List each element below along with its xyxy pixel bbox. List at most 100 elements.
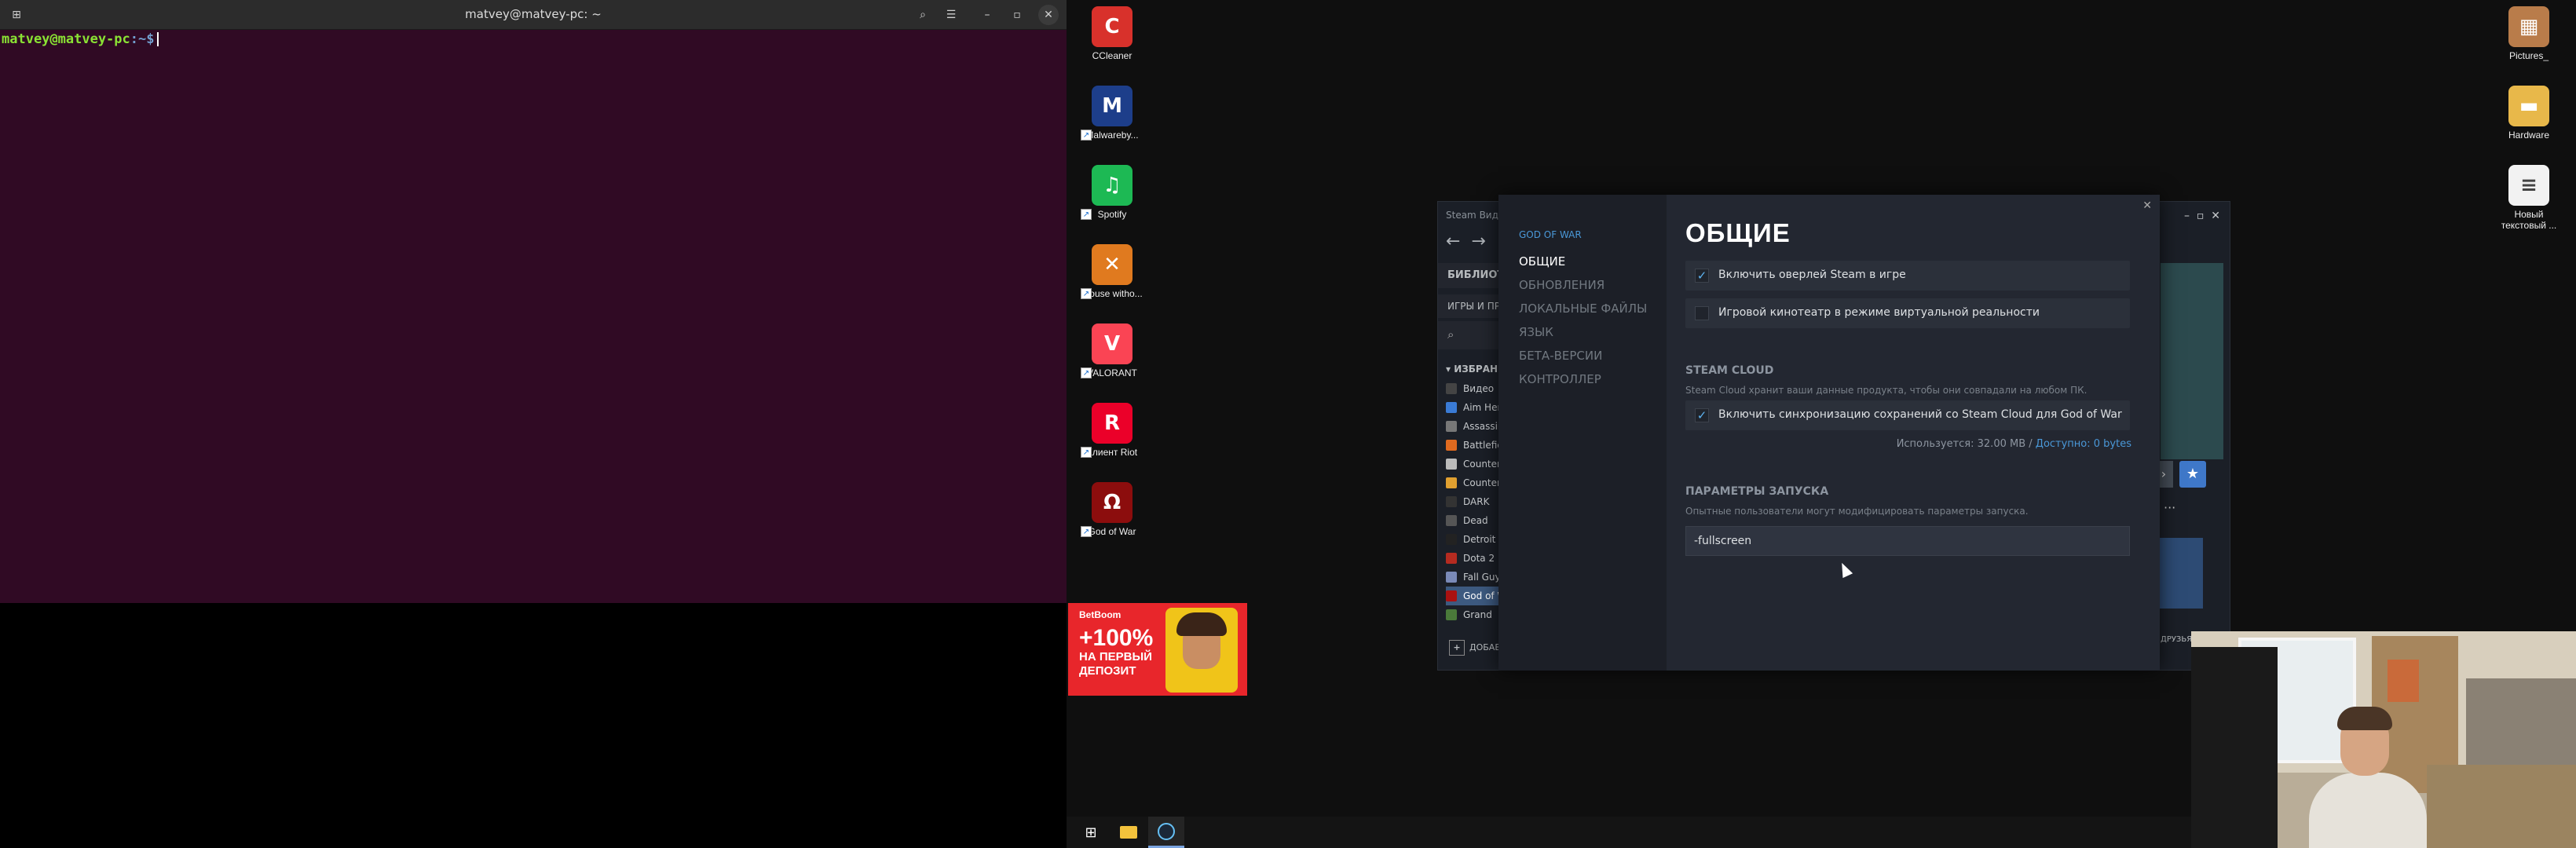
overlay-option[interactable]: ✓ Включить оверлей Steam в игре xyxy=(1685,261,2130,291)
close-button[interactable]: ✕ xyxy=(1038,5,1059,25)
game-list-item[interactable]: Dead xyxy=(1446,511,1501,530)
app-icon: M xyxy=(1092,86,1132,126)
shortcut-arrow-icon: ↗ xyxy=(1081,209,1092,220)
ad-banner[interactable]: BetBoom +100% НА ПЕРВЫЙ ДЕПОЗИТ xyxy=(1068,603,1247,696)
game-list-item[interactable]: Grand xyxy=(1446,605,1501,624)
nav-language[interactable]: ЯЗЫК xyxy=(1519,325,1553,339)
launch-options-input[interactable] xyxy=(1685,526,2130,556)
game-list-item[interactable]: Assassin's xyxy=(1446,417,1501,436)
cloud-available-link[interactable]: Доступно: 0 bytes xyxy=(2036,438,2131,450)
game-list-item[interactable]: Detroit xyxy=(1446,530,1501,549)
cloud-used: Используется: 32.00 MB xyxy=(1896,438,2026,450)
game-icon xyxy=(1446,440,1457,451)
search-icon: ⌕ xyxy=(1447,327,1454,342)
app-icon: ✕ xyxy=(1092,244,1132,285)
game-name: Battlefield xyxy=(1463,440,1501,451)
terminal-window[interactable]: ⊞ matvey@matvey-pc: ~ ⌕ ☰ – ▫ ✕ matvey@m… xyxy=(0,0,1067,603)
desktop-icon-left-2[interactable]: ♫ ↗ Spotify xyxy=(1081,165,1143,220)
nav-betas[interactable]: БЕТА-ВЕРСИИ xyxy=(1519,349,1602,363)
overlay-checkbox[interactable]: ✓ xyxy=(1695,269,1709,283)
start-button[interactable]: ⊞ xyxy=(1073,817,1109,848)
desktop-icon-left-6[interactable]: Ω ↗ God of War xyxy=(1081,482,1143,537)
ad-line1: НА ПЕРВЫЙ xyxy=(1079,650,1152,663)
terminal-prompt-line[interactable]: matvey@matvey-pc:~$ xyxy=(0,31,159,47)
launch-description: Опытные пользователи могут модифицироват… xyxy=(1685,506,2029,517)
properties-game-title: GOD OF WAR xyxy=(1519,229,1582,240)
game-name: Dead xyxy=(1463,515,1488,526)
app-icon: V xyxy=(1092,323,1132,364)
terminal-titlebar[interactable]: ⊞ matvey@matvey-pc: ~ ⌕ ☰ – ▫ ✕ xyxy=(0,0,1067,30)
nav-updates[interactable]: ОБНОВЛЕНИЯ xyxy=(1519,278,1605,292)
app-icon: ▦ xyxy=(2508,6,2549,47)
desktop-icon-right-0[interactable]: ▦ Pictures_ xyxy=(2497,6,2560,61)
app-icon: C xyxy=(1092,6,1132,47)
game-properties-dialog[interactable]: GOD OF WAR ОБЩИЕ ОБНОВЛЕНИЯ ЛОКАЛЬНЫЕ ФА… xyxy=(1498,195,2160,671)
game-list-item[interactable]: DARK xyxy=(1446,492,1501,511)
game-list-item[interactable]: Battlefield xyxy=(1446,436,1501,455)
game-icon xyxy=(1446,383,1457,394)
webcam-sofa xyxy=(2427,765,2576,848)
game-list-item[interactable]: Counter xyxy=(1446,473,1501,492)
nav-controller[interactable]: КОНТРОЛЛЕР xyxy=(1519,372,1601,386)
game-list-item[interactable]: God of War xyxy=(1446,587,1501,605)
back-forward-icons[interactable]: ← → xyxy=(1446,232,1486,251)
game-icon xyxy=(1446,590,1457,601)
file-explorer-icon[interactable] xyxy=(1111,817,1147,848)
game-list-item[interactable]: Aim Hero xyxy=(1446,398,1501,417)
game-list-item[interactable]: Counter xyxy=(1446,455,1501,473)
add-game-button[interactable]: +ДОБАВИТЬ ИГРУ xyxy=(1449,640,1504,656)
more-options-icon[interactable]: ··· xyxy=(2164,500,2175,515)
desktop-icon-right-1[interactable]: ▬ Hardware xyxy=(2497,86,2560,141)
steam-menubar[interactable]: Steam Вид xyxy=(1446,210,1498,221)
app-icon: R xyxy=(1092,403,1132,444)
close-icon[interactable]: ✕ xyxy=(2142,199,2152,212)
game-list-item[interactable]: Dota 2 xyxy=(1446,549,1501,568)
cloud-option[interactable]: ✓ Включить синхронизацию сохранений со S… xyxy=(1685,400,2130,430)
desktop-icon-left-0[interactable]: C CCleaner xyxy=(1081,6,1143,61)
ad-mascot-hair xyxy=(1176,612,1227,636)
library-search[interactable]: ⌕ xyxy=(1438,321,1501,349)
game-list-item[interactable]: Видео xyxy=(1446,379,1501,398)
overlay-label: Включить оверлей Steam в игре xyxy=(1718,269,1906,281)
vr-option[interactable]: Игровой кинотеатр в режиме виртуальной р… xyxy=(1685,298,2130,328)
launch-section-title: ПАРАМЕТРЫ ЗАПУСКА xyxy=(1685,485,1829,498)
cloud-checkbox[interactable]: ✓ xyxy=(1695,408,1709,422)
game-name: Assassin's xyxy=(1463,421,1501,432)
webcam-overlay xyxy=(2191,631,2576,848)
desktop-icon-right-2[interactable]: ≡ Новый текстовый ... xyxy=(2497,165,2560,231)
game-list-item[interactable]: Fall Guys xyxy=(1446,568,1501,587)
search-icon[interactable]: ⌕ xyxy=(913,5,933,25)
favorites-header[interactable]: ▾ ИЗБРАННОЕ xyxy=(1446,364,1501,375)
side-panel xyxy=(2159,538,2203,609)
desktop-icon-left-5[interactable]: R ↗ Клиент Riot xyxy=(1081,403,1143,458)
text-cursor xyxy=(157,32,159,46)
game-hero-image xyxy=(2161,263,2223,459)
desktop-icon-label: CCleaner xyxy=(1092,50,1132,61)
ad-text: +100% НА ПЕРВЫЙ ДЕПОЗИТ xyxy=(1079,627,1153,678)
steam-taskbar-icon[interactable] xyxy=(1148,817,1184,848)
library-tab[interactable]: БИБЛИОТЕКА xyxy=(1438,263,1501,288)
ad-mascot-image xyxy=(1165,608,1238,693)
favorite-star-icon[interactable]: ★ xyxy=(2179,461,2206,488)
nav-local-files[interactable]: ЛОКАЛЬНЫЕ ФАЙЛЫ xyxy=(1519,302,1647,316)
app-icon: Ω xyxy=(1092,482,1132,523)
game-icon xyxy=(1446,421,1457,432)
desktop-icon-left-3[interactable]: ✕ ↗ Mouse witho... xyxy=(1081,244,1143,299)
webcam-person-hair xyxy=(2337,707,2392,730)
maximize-button[interactable]: ▫ xyxy=(1007,5,1027,25)
desktop-icon-left-4[interactable]: V ↗ VALORANT xyxy=(1081,323,1143,378)
vr-checkbox[interactable] xyxy=(1695,306,1709,320)
minimize-button[interactable]: – xyxy=(977,5,997,25)
desktop-icon-left-1[interactable]: M ↗ Malwareby... xyxy=(1081,86,1143,141)
cloud-description: Steam Cloud хранит ваши данные продукта,… xyxy=(1685,385,2088,396)
hamburger-menu-icon[interactable]: ☰ xyxy=(941,5,961,25)
games-filter[interactable]: ИГРЫ И ПРОГРАММЫ xyxy=(1438,294,1501,318)
nav-general[interactable]: ОБЩИЕ xyxy=(1519,254,1565,269)
terminal-title: matvey@matvey-pc: ~ xyxy=(465,7,602,21)
game-icon xyxy=(1446,553,1457,564)
game-name: Counter xyxy=(1463,459,1501,470)
game-icon xyxy=(1446,402,1457,413)
webcam-person-body xyxy=(2309,773,2427,848)
window-controls[interactable]: – ▫ ✕ xyxy=(2184,210,2220,222)
game-name: Counter xyxy=(1463,477,1501,488)
